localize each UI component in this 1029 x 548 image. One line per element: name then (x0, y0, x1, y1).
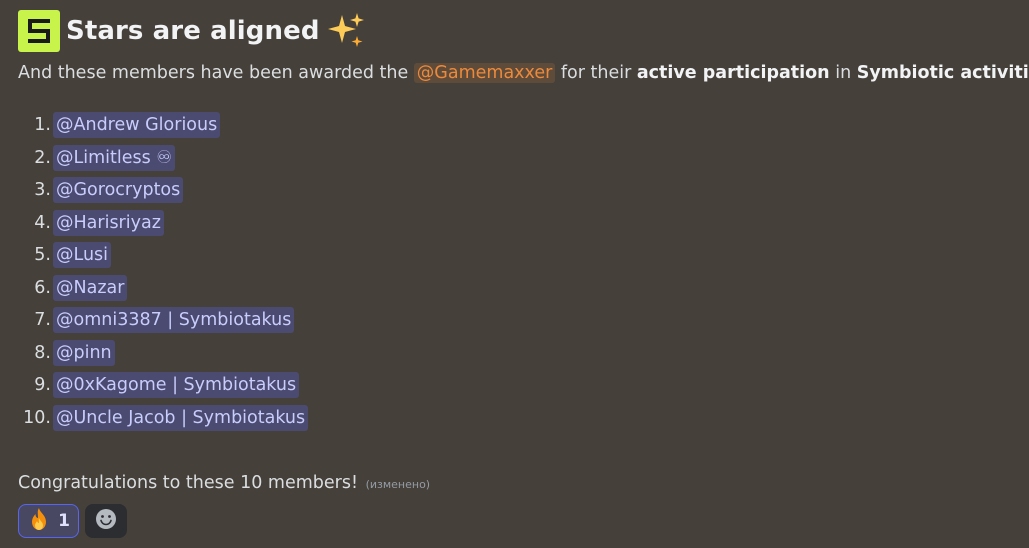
user-mention[interactable]: @Andrew Glorious (53, 112, 221, 139)
reaction-count: 1 (58, 511, 70, 531)
list-number: 10. (23, 407, 51, 428)
user-mention[interactable]: @pinn (53, 339, 115, 366)
list-item: 8. @pinn (18, 337, 1018, 370)
user-mention[interactable]: @omni3387 | Symbiotakus (53, 307, 295, 334)
list-item: 2. @Limitless ♾ (18, 142, 1018, 175)
user-mention[interactable]: @Harisriyaz (53, 209, 164, 236)
user-mention[interactable]: @Lusi (53, 242, 112, 269)
congrats-line: Congratulations to these 10 members! (из… (18, 471, 1018, 497)
heading-text: Stars are aligned (66, 16, 320, 46)
user-mention[interactable]: @Gorocryptos (53, 177, 184, 204)
list-number: 1. (34, 115, 51, 136)
intro-prefix: And these members have been awarded the (18, 63, 414, 83)
user-mention[interactable]: @Limitless ♾ (53, 144, 175, 171)
symbiotic-logo-icon (18, 10, 60, 52)
list-number: 9. (34, 375, 51, 396)
list-number: 8. (34, 342, 51, 363)
list-number: 2. (34, 147, 51, 168)
intro-middle-1: for their (555, 63, 637, 83)
intro-paragraph: And these members have been awarded the … (18, 61, 1029, 85)
list-item: 1. @Andrew Glorious (18, 109, 1018, 142)
reactions-bar: 1 (18, 504, 1018, 538)
message-heading: Stars are aligned (18, 10, 1018, 52)
list-item: 10. @Uncle Jacob | Symbiotakus (18, 402, 1018, 435)
add-reaction-icon (94, 507, 118, 535)
add-reaction-button[interactable] (85, 504, 127, 538)
role-mention-gamemaxxer[interactable]: @Gamemaxxer (413, 63, 556, 83)
message: Stars are aligned And these members have… (18, 10, 1029, 538)
edited-label: (изменено) (365, 478, 431, 491)
list-item: 5. @Lusi (18, 239, 1018, 272)
intro-bold-2: Symbiotic activities (856, 63, 1029, 83)
intro-middle-2: in (829, 63, 857, 83)
user-mention[interactable]: @Uncle Jacob | Symbiotakus (53, 404, 309, 431)
list-number: 3. (34, 180, 51, 201)
list-item: 3. @Gorocryptos (18, 174, 1018, 207)
list-item: 9. @0xKagome | Symbiotakus (18, 369, 1018, 402)
list-number: 6. (34, 277, 51, 298)
user-mention[interactable]: @Nazar (53, 274, 128, 301)
members-list: 1. @Andrew Glorious 2. @Limitless ♾ 3. @… (18, 109, 1018, 434)
user-mention[interactable]: @0xKagome | Symbiotakus (53, 372, 300, 399)
sparkles-icon (326, 11, 366, 51)
congrats-text: Congratulations to these 10 members! (18, 473, 358, 493)
fire-emoji-icon (27, 507, 51, 535)
intro-bold-1: active participation (636, 63, 830, 83)
list-number: 5. (34, 245, 51, 266)
list-number: 7. (34, 310, 51, 331)
list-item: 7. @omni3387 | Symbiotakus (18, 304, 1018, 337)
fire-reaction-button[interactable]: 1 (18, 504, 79, 538)
list-number: 4. (34, 212, 51, 233)
list-item: 4. @Harisriyaz (18, 207, 1018, 240)
list-item: 6. @Nazar (18, 272, 1018, 305)
